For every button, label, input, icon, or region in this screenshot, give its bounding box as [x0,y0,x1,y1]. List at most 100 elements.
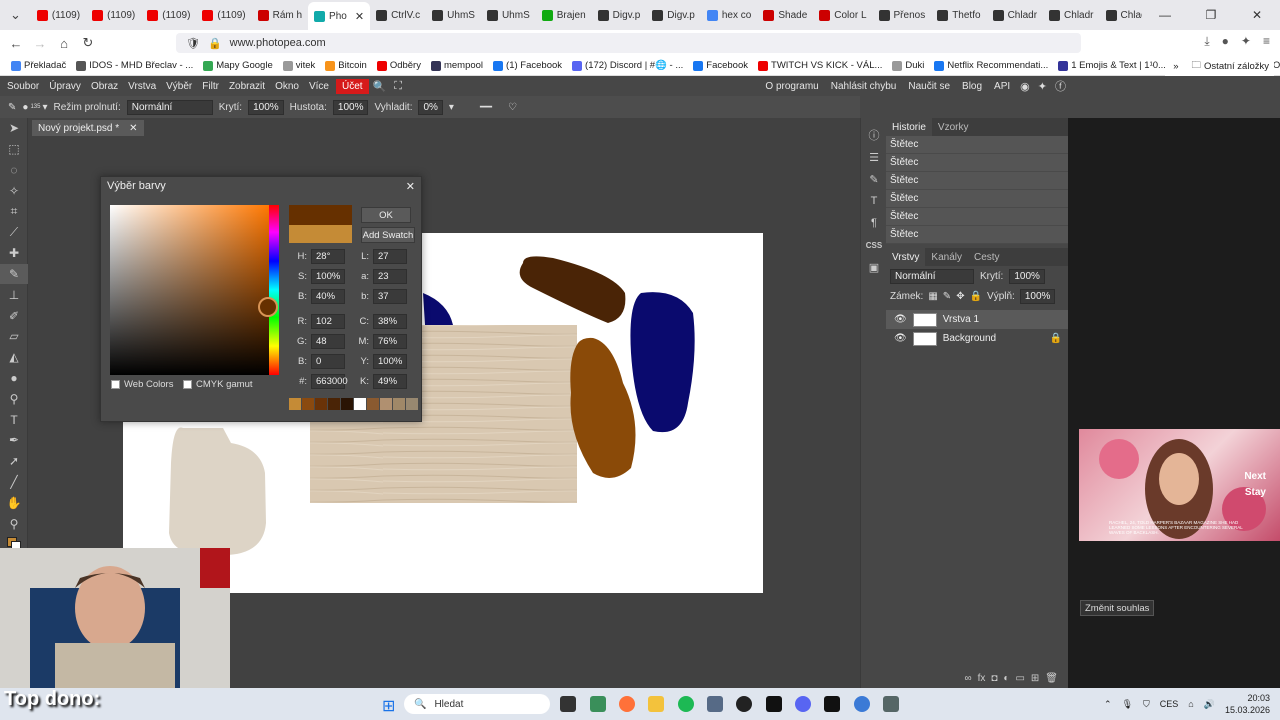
bookmark-item[interactable]: Mapy Google [198,60,278,71]
menu-item[interactable]: Více [304,81,334,92]
browser-tab[interactable]: (1109) [141,3,196,27]
menu-item[interactable]: Okno [270,81,304,92]
close-document-icon[interactable]: ✕ [129,123,137,134]
healing-tool-icon[interactable]: ✚ [0,243,28,264]
add-swatch-button[interactable]: Add Swatch [361,227,415,243]
brush-tool-icon[interactable]: ✎ [0,263,28,285]
lock-pixels-icon[interactable]: ✎ [943,291,951,302]
airbrush-icon[interactable]: ▾ [449,102,454,113]
menu-item[interactable]: Výběr [161,81,197,92]
color-swatch[interactable] [367,398,379,410]
menu-item[interactable]: Úpravy [44,81,86,92]
download-icon[interactable]: ⤓ [1204,34,1209,49]
menu-right-item[interactable]: O programu [759,81,824,92]
menu-right-item[interactable]: Naučit se [902,81,956,92]
shield-icon[interactable]: ⛉ [1143,699,1150,710]
adjustment-icon[interactable]: ◐ [1003,673,1009,684]
hue-field[interactable]: 28° [311,249,345,264]
reload-icon[interactable]: ↻ [76,35,100,51]
current-color-preview[interactable] [289,225,352,243]
brightness-field[interactable]: 40% [311,289,345,304]
lock-position-icon[interactable]: ✥ [956,291,964,302]
tab-paths[interactable]: Cesty [968,252,1006,263]
shape-tool-icon[interactable]: ╱ [0,472,28,493]
eye-icon[interactable]: 👁 [894,333,907,344]
fullscreen-icon[interactable]: ⛶ [390,80,406,93]
tab-list-icon[interactable]: ⌄ [0,7,31,23]
bookmark-item[interactable]: Odběry [372,60,426,71]
bookmark-item[interactable]: 1 Emojis & Text | 1¹0... [1053,60,1171,71]
settings-icon[interactable] [883,696,899,712]
browser-tab[interactable]: Digv.p [646,3,701,27]
taskbar-search[interactable]: 🔍 Hledat [404,694,550,714]
bookmark-item[interactable]: vitek [278,60,321,71]
menu-right-item[interactable]: API [988,81,1016,92]
blur-tool-icon[interactable]: ● [0,368,28,389]
extensions-icon[interactable]: ✦ [1241,34,1251,49]
mask-icon[interactable]: ◘ [991,673,997,684]
browser-tab[interactable]: Pho ✕ [308,2,371,30]
layer-fill-field[interactable]: 100% [1019,289,1056,304]
character-icon[interactable]: T [861,190,887,212]
account-menu[interactable]: Účet [335,78,369,94]
tab-layers[interactable]: Vrstvy [886,248,926,266]
spotify-icon[interactable] [678,696,694,712]
cyan-field[interactable]: 38% [373,314,407,329]
bookmark-item[interactable]: TWITCH VS KICK - VÁL... [753,60,887,71]
bookmark-item[interactable]: mempool [426,60,488,71]
color-swatch[interactable] [341,398,353,410]
browser-tab[interactable]: Color L [813,3,872,27]
bookmark-item[interactable]: (1) Facebook [488,60,567,71]
eraser-tool-icon[interactable]: ▱ [0,326,28,347]
dodge-tool-icon[interactable]: ⚲ [0,388,28,409]
menu-item[interactable]: Filtr [197,81,224,92]
path-select-icon[interactable]: ➚ [0,451,28,472]
color-swatch[interactable] [315,398,327,410]
layer-blend-select[interactable]: Normální [890,269,974,284]
paragraph-icon[interactable]: ¶ [861,212,887,234]
cmyk-gamut-checkbox[interactable]: CMYK gamut [183,379,253,390]
history-item[interactable]: Štětec [886,172,1068,190]
hue-slider[interactable] [269,205,279,375]
browser-tab[interactable]: hex co [701,3,757,27]
browser-tab[interactable]: CtrlV.c [370,3,426,27]
forward-icon[interactable]: → [28,36,52,51]
browser-tab[interactable]: Chladr [987,3,1043,27]
hex-field[interactable]: 663000 [311,374,348,389]
close-icon[interactable]: ✕ [406,180,415,193]
info-icon[interactable]: ⓘ [861,124,887,146]
crop-tool-icon[interactable]: ⌗ [0,201,28,222]
lab-l-field[interactable]: 27 [373,249,407,264]
color-swatch[interactable] [302,398,314,410]
browser-tab[interactable]: Přenos [873,3,932,27]
layer-row[interactable]: 👁 Vrstva 1 [886,310,1068,329]
video-ad[interactable]: Next Stay RACHEL, 24, TOLD HARPER'S BAZA… [1079,429,1280,541]
tab-swatches[interactable]: Vzorky [932,122,975,133]
menu-item[interactable]: Vrstva [123,81,161,92]
browser-tab[interactable]: Shade [757,3,813,27]
volume-icon[interactable]: 🔊 [1204,699,1215,710]
saturation-field[interactable]: 100% [311,269,345,284]
bookmark-item[interactable]: Bitcoin [320,60,372,71]
lasso-tool-icon[interactable]: ◌ [0,160,28,181]
brush-preset[interactable]: ● 135 ▾ [22,102,47,113]
blend-select[interactable]: Normální [126,99,213,115]
color-swatch[interactable] [393,398,405,410]
color-swatch[interactable] [354,398,366,410]
layer-opacity-field[interactable]: 100% [1009,269,1045,284]
marquee-tool-icon[interactable]: ⬚ [0,139,28,160]
ok-button[interactable]: OK [361,207,411,223]
language-indicator[interactable]: CES [1160,699,1179,709]
back-icon[interactable]: ← [4,36,28,51]
opacity-field[interactable]: 100% [248,99,284,115]
layer-row[interactable]: 👁 Background 🔒 [886,329,1068,348]
eye-icon[interactable]: 👁 [894,314,907,325]
bookmark-item[interactable]: Facebook [688,60,753,71]
facebook-icon[interactable]: ⓕ [1051,78,1070,94]
browser-tab[interactable]: Brajen [536,3,592,27]
browser-tab[interactable]: UhmS [426,3,481,27]
consent-button[interactable]: Změnit souhlas [1080,600,1155,616]
task-view-icon[interactable] [560,696,576,712]
bookmark-item[interactable]: IDOS - MHD Břeclav - ... [71,60,198,71]
explorer-icon[interactable] [648,696,664,712]
